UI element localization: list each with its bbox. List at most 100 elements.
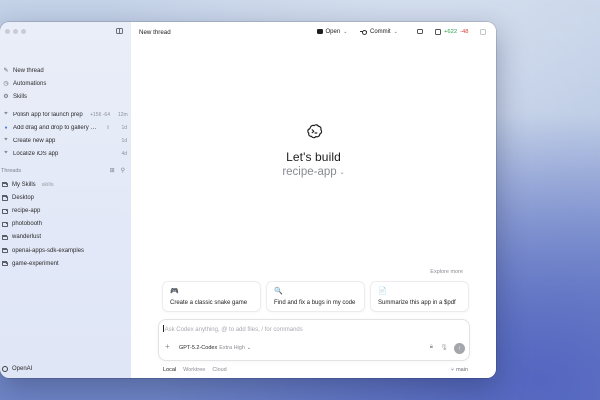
toggle-sidebar-icon[interactable]	[116, 28, 123, 34]
explore-more-link[interactable]: Explore more	[430, 269, 463, 275]
thread-folder-label: openai-apps-sdk-examples	[12, 247, 85, 254]
editor-app-icon	[317, 28, 323, 35]
thread-folder[interactable]: Desktop	[2, 191, 127, 204]
filter-icon[interactable]: ⚲	[121, 167, 125, 174]
new-thread-icon: ✎	[3, 68, 9, 74]
branch-icon: ⑂	[450, 367, 455, 373]
chevron-down-icon: ⌄	[339, 169, 345, 176]
sidebar-item-label: New thread	[13, 67, 44, 74]
suggestion-card[interactable]: 📄 Summarize this app in a $pdf	[370, 281, 469, 312]
pin-icon: ⌖	[4, 150, 8, 156]
prompt-placeholder: Ask Codex anything, @ to add files, / fo…	[164, 327, 303, 333]
threads-heading: Threads	[1, 167, 22, 174]
thread-folder[interactable]: openai-apps-sdk-examples	[2, 244, 127, 257]
sidebar-item-label: Skills	[13, 93, 28, 100]
task-list: ⌖ Polish app for launch prep +156 -64 12…	[3, 108, 127, 160]
suggestion-text: Create a classic snake game	[170, 300, 248, 306]
diff-additions: +622	[444, 28, 458, 35]
prompt-composer[interactable]: Ask Codex anything, @ to add files, / fo…	[158, 319, 470, 361]
thread-folder-sub: skills	[41, 181, 54, 188]
empty-state: Let's build recipe-app ⌄	[131, 122, 496, 178]
chevron-down-icon: ⌄	[343, 28, 348, 35]
task-diff-plus: +156	[90, 111, 102, 118]
task-item[interactable]: ⌖ Create new app 1d	[3, 134, 127, 147]
task-label: Localize iOS app	[13, 150, 59, 157]
prompt-input[interactable]: Ask Codex anything, @ to add files, / fo…	[163, 325, 303, 333]
commit-button[interactable]: Commit ⌄	[356, 26, 402, 37]
folder-icon	[2, 261, 8, 267]
hero-title: Let's build	[286, 150, 341, 164]
document-icon: 📄	[378, 288, 387, 295]
skills-icon: ⚙	[3, 94, 9, 100]
diff-panel-icon	[435, 28, 441, 35]
lock-icon[interactable]: 🔒︎	[430, 344, 433, 351]
thread-folder-label: photobooth	[12, 221, 43, 228]
thread-folder-list: My Skills skills Desktop recipe-app phot…	[2, 178, 127, 270]
thread-folder-label: My Skills	[12, 181, 36, 188]
microphone-icon[interactable]: 🎙︎	[440, 344, 448, 351]
minimize-window-button[interactable]	[13, 29, 18, 34]
sidebar-item-new-thread[interactable]: ✎ New thread	[3, 64, 127, 77]
diff-deletions: -48	[460, 28, 469, 35]
thread-folder[interactable]: recipe-app	[2, 204, 127, 217]
open-button[interactable]: Open ⌄	[313, 26, 351, 37]
project-name: recipe-app	[282, 166, 337, 178]
codex-cloud-icon	[306, 124, 322, 139]
composer-footer: Local Worktree Cloud ⑂ main	[163, 367, 468, 373]
more-options-button[interactable]	[476, 26, 490, 37]
task-time: 4d	[121, 150, 127, 157]
diff-button[interactable]: +622 -48	[431, 26, 472, 37]
terminal-button[interactable]	[413, 26, 427, 37]
task-diff-minus: -64	[102, 111, 110, 118]
thread-folder-label: recipe-app	[12, 207, 41, 214]
account-button[interactable]: OpenAI	[2, 366, 32, 372]
branch-name: main	[456, 367, 468, 373]
commit-button-label: Commit	[370, 28, 391, 35]
sidebar-nav: ✎ New thread ◷ Automations ⚙ Skills	[3, 64, 127, 103]
model-selector[interactable]: GPT-5.2-Codex Extra High ⌄	[179, 345, 251, 351]
automations-icon: ◷	[3, 81, 9, 87]
task-item[interactable]: ⌖ Polish app for launch prep +156 -64 12…	[3, 108, 127, 121]
add-attachment-icon[interactable]: +	[165, 342, 170, 351]
sidebar-item-skills[interactable]: ⚙ Skills	[3, 90, 127, 103]
project-selector[interactable]: recipe-app ⌄	[282, 166, 344, 178]
mode-worktree[interactable]: Worktree	[183, 367, 205, 373]
thread-folder[interactable]: My Skills skills	[2, 178, 127, 191]
folder-icon	[2, 221, 8, 227]
account-name: OpenAI	[12, 366, 33, 372]
thread-folder-label: Desktop	[12, 194, 35, 201]
model-name: GPT-5.2-Codex	[179, 345, 218, 351]
game-controller-icon: 🎮	[170, 288, 179, 295]
open-button-label: Open	[325, 28, 341, 35]
suggestion-card[interactable]: 🔍 Find and fix a bugs in my code	[266, 281, 365, 312]
window-controls	[5, 29, 26, 34]
maximize-window-button[interactable]	[21, 29, 26, 34]
task-time: 1d	[121, 137, 127, 144]
thread-folder-label: game-experiment	[12, 260, 59, 267]
thread-folder[interactable]: game-experiment	[2, 257, 127, 270]
send-button[interactable]: ↑	[454, 343, 465, 354]
branch-selector[interactable]: ⑂ main	[451, 367, 468, 373]
sidebar: ✎ New thread ◷ Automations ⚙ Skills ⌖ Po…	[0, 22, 131, 378]
mode-local[interactable]: Local	[163, 367, 176, 373]
folder-icon	[2, 235, 8, 241]
add-folder-icon[interactable]: ⊞	[110, 167, 115, 174]
mode-cloud[interactable]: Cloud	[212, 367, 226, 373]
suggestion-card[interactable]: 🎮 Create a classic snake game	[162, 281, 261, 312]
folder-icon	[2, 195, 8, 201]
commit-icon	[360, 29, 367, 35]
openai-logo-icon	[2, 366, 8, 372]
sidebar-item-automations[interactable]: ◷ Automations	[3, 77, 127, 90]
dot-icon: ●	[4, 124, 8, 131]
task-item[interactable]: ● Add drag and drop to gallery phot... ⇧…	[3, 121, 127, 134]
threads-header: Threads ⊞ ⚲	[1, 167, 125, 175]
folder-icon	[2, 208, 8, 214]
chevron-down-icon: ⌄	[393, 28, 398, 35]
folder-icon	[2, 182, 8, 188]
thread-folder[interactable]: wanderlust	[2, 231, 127, 244]
sidebar-item-label: Automations	[13, 80, 47, 87]
suggestion-text: Find and fix a bugs in my code	[274, 300, 356, 306]
close-window-button[interactable]	[5, 29, 10, 34]
task-item[interactable]: ⌖ Localize iOS app 4d	[3, 147, 127, 160]
thread-folder[interactable]: photobooth	[2, 218, 127, 231]
